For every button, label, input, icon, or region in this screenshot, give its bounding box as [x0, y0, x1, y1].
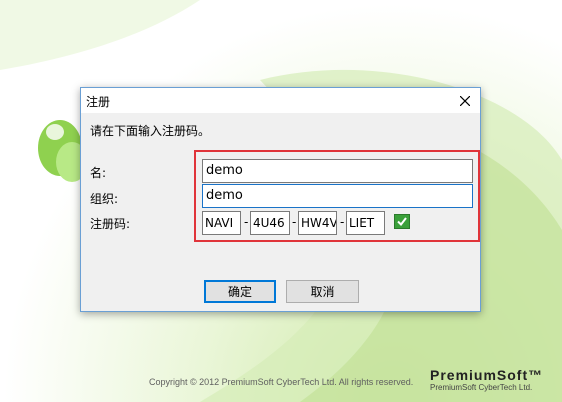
brand-subtitle: PremiumSoft CyberTech Ltd. [430, 383, 533, 392]
copyright-text: Copyright © 2012 PremiumSoft CyberTech L… [149, 377, 414, 387]
dialog-title: 注册 [86, 95, 111, 109]
organization-field[interactable]: demo [202, 184, 473, 208]
organization-label: 组织: [90, 192, 119, 206]
brand-name-text: PremiumSoft [430, 367, 529, 383]
reg-code-part-4[interactable]: LIET [346, 211, 385, 235]
name-label: 名: [90, 166, 107, 180]
close-button[interactable] [450, 88, 480, 113]
registration-dialog: 注册 请在下面输入注册码。 名: 组织: 注册码: demo demo NAVI… [80, 87, 481, 312]
name-field[interactable]: demo [202, 159, 473, 183]
instruction-text: 请在下面输入注册码。 [90, 124, 211, 138]
code-separator: - [244, 215, 249, 229]
code-separator: - [292, 215, 297, 229]
cancel-button[interactable]: 取消 [286, 280, 359, 303]
ok-button[interactable]: 确定 [204, 280, 276, 303]
brand-logo: PremiumSoft™ PremiumSoft CyberTech Ltd. [430, 367, 548, 392]
trademark-symbol: ™ [528, 367, 544, 383]
close-icon [460, 95, 470, 106]
code-separator: - [340, 215, 345, 229]
reg-code-part-3[interactable]: HW4V [298, 211, 337, 235]
reg-code-part-1[interactable]: NAVI [202, 211, 241, 235]
valid-check-icon [394, 214, 410, 229]
reg-code-part-2[interactable]: 4U46 [250, 211, 290, 235]
reg-code-label: 注册码: [90, 217, 131, 231]
dialog-titlebar[interactable]: 注册 [81, 88, 480, 113]
